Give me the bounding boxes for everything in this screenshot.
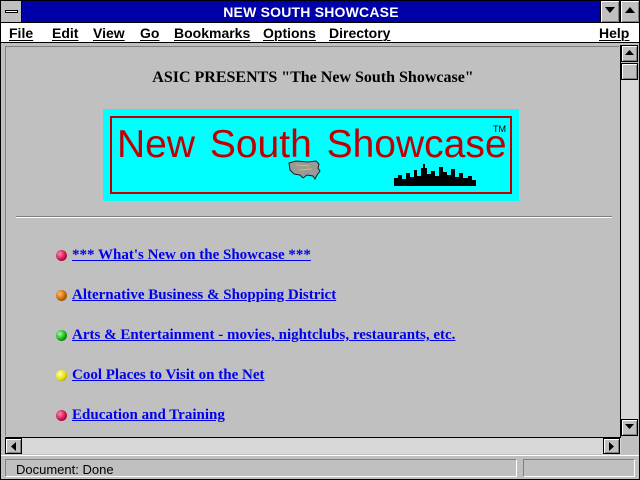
arrow-right-icon bbox=[609, 442, 614, 451]
link-education-training[interactable]: Education and Training bbox=[72, 407, 225, 424]
menu-options[interactable]: Options bbox=[263, 25, 316, 41]
arrow-down-icon bbox=[625, 424, 634, 429]
bullet-icon bbox=[56, 290, 67, 301]
link-cool-places[interactable]: Cool Places to Visit on the Net bbox=[72, 367, 264, 384]
page-content: ASIC PRESENTS "The New South Showcase" N… bbox=[5, 46, 619, 436]
status-text: Document: Done bbox=[16, 462, 114, 477]
menu-go[interactable]: Go bbox=[140, 25, 159, 41]
minimize-icon bbox=[605, 7, 615, 13]
arrow-up-icon bbox=[625, 50, 634, 55]
horizontal-rule bbox=[16, 216, 612, 218]
status-field: Document: Done bbox=[5, 459, 517, 477]
bullet-icon bbox=[56, 330, 67, 341]
scroll-up-button[interactable] bbox=[621, 45, 638, 62]
showcase-logo[interactable]: New South Showcase TM bbox=[103, 109, 519, 201]
trademark-mark: TM bbox=[493, 124, 506, 134]
scroll-down-button[interactable] bbox=[621, 419, 638, 436]
browser-window: NEW SOUTH SHOWCASE File Edit View Go Boo… bbox=[0, 0, 640, 480]
maximize-icon bbox=[625, 7, 635, 13]
arrow-left-icon bbox=[11, 442, 16, 451]
window-title: NEW SOUTH SHOWCASE bbox=[223, 4, 399, 20]
page-heading: ASIC PRESENTS "The New South Showcase" bbox=[152, 69, 474, 86]
scroll-right-button[interactable] bbox=[603, 438, 620, 454]
progress-field bbox=[523, 459, 635, 477]
system-menu-button[interactable] bbox=[1, 1, 22, 22]
city-skyline-icon bbox=[394, 164, 476, 186]
menu-bookmarks[interactable]: Bookmarks bbox=[174, 25, 250, 41]
link-whats-new[interactable]: *** What's New on the Showcase *** bbox=[72, 247, 311, 264]
bullet-icon bbox=[56, 410, 67, 421]
status-bar: Document: Done bbox=[1, 455, 639, 479]
menu-bar: File Edit View Go Bookmarks Options Dire… bbox=[1, 23, 639, 43]
menu-help[interactable]: Help bbox=[599, 25, 629, 41]
system-menu-icon bbox=[5, 10, 18, 13]
vertical-scrollbar[interactable] bbox=[620, 45, 638, 437]
menu-directory[interactable]: Directory bbox=[329, 25, 390, 41]
minimize-button[interactable] bbox=[600, 1, 619, 22]
usa-map-icon bbox=[288, 160, 321, 180]
title-bar[interactable]: NEW SOUTH SHOWCASE bbox=[1, 1, 639, 23]
menu-file[interactable]: File bbox=[9, 25, 33, 41]
menu-edit[interactable]: Edit bbox=[52, 25, 78, 41]
bullet-icon bbox=[56, 370, 67, 381]
vertical-scroll-thumb[interactable] bbox=[621, 63, 638, 80]
bullet-icon bbox=[56, 250, 67, 261]
scroll-left-button[interactable] bbox=[5, 438, 22, 454]
maximize-button[interactable] bbox=[620, 1, 639, 22]
menu-view[interactable]: View bbox=[93, 25, 125, 41]
link-arts-entertainment[interactable]: Arts & Entertainment - movies, nightclub… bbox=[72, 327, 455, 344]
vertical-scroll-track[interactable] bbox=[621, 63, 638, 419]
link-alternative-business[interactable]: Alternative Business & Shopping District bbox=[72, 287, 336, 304]
horizontal-scrollbar[interactable] bbox=[5, 437, 621, 454]
